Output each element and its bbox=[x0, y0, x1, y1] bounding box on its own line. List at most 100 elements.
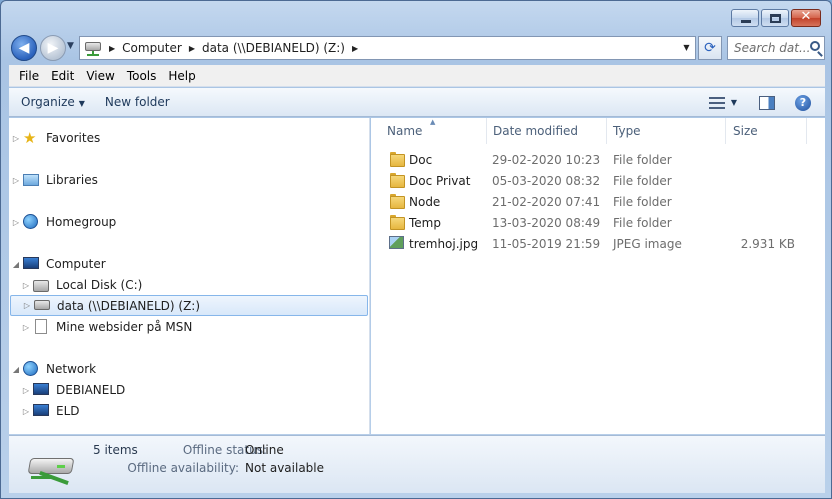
menu-file[interactable]: File bbox=[13, 69, 45, 83]
nav-item-homegroup[interactable]: ▷ Homegroup bbox=[9, 212, 369, 232]
nav-item-network[interactable]: ◢ Network bbox=[9, 359, 369, 379]
organize-button[interactable]: Organize ▼ bbox=[13, 95, 93, 109]
column-label: Date modified bbox=[493, 124, 579, 138]
views-icon[interactable] bbox=[708, 96, 725, 109]
close-button[interactable]: ✕ bbox=[791, 9, 821, 27]
caption-buttons: ✕ bbox=[731, 9, 821, 27]
nav-item-msn-pages[interactable]: ▷ Mine websider på MSN bbox=[9, 317, 369, 337]
chevron-down-icon: ▼ bbox=[67, 41, 74, 51]
collapse-icon[interactable]: ◢ bbox=[9, 260, 23, 269]
nav-item-eld[interactable]: ▷ ELD bbox=[9, 401, 369, 421]
minimize-button[interactable] bbox=[731, 9, 759, 27]
folder-icon bbox=[389, 194, 405, 209]
breadcrumb-computer[interactable]: Computer bbox=[119, 41, 185, 55]
preview-pane-icon[interactable] bbox=[759, 95, 775, 110]
nav-item-debianeld[interactable]: ▷ DEBIANELD bbox=[9, 380, 369, 400]
search-icon bbox=[810, 41, 820, 51]
file-name: Temp bbox=[409, 216, 441, 230]
menu-help[interactable]: Help bbox=[162, 69, 201, 83]
nav-item-local-disk[interactable]: ▷ Local Disk (C:) bbox=[9, 275, 369, 295]
expand-icon[interactable]: ▷ bbox=[19, 386, 33, 395]
file-size: 2.931 KB bbox=[740, 237, 795, 251]
new-folder-button[interactable]: New folder bbox=[97, 95, 178, 109]
address-bar[interactable]: ▶ Computer ▶ data (\\DEBIANELD) (Z:) ▶ ▼ bbox=[79, 36, 696, 60]
forward-button[interactable]: ▶ bbox=[40, 35, 66, 61]
offline-status-value: Online bbox=[245, 443, 284, 457]
menu-view[interactable]: View bbox=[80, 69, 120, 83]
menu-tools[interactable]: Tools bbox=[121, 69, 163, 83]
breadcrumb-separator-icon[interactable]: ▶ bbox=[105, 44, 119, 53]
menu-bar: File Edit View Tools Help bbox=[9, 65, 825, 87]
nav-item-favorites[interactable]: ▷ ★ Favorites bbox=[9, 128, 369, 148]
file-row[interactable]: Doc Privat 05-03-2020 08:32 File folder bbox=[371, 170, 811, 191]
file-row[interactable]: tremhoj.jpg 11-05-2019 21:59 JPEG image … bbox=[371, 233, 811, 254]
expand-icon[interactable]: ▷ bbox=[19, 323, 33, 332]
file-name: Doc Privat bbox=[409, 174, 471, 188]
collapse-icon[interactable]: ◢ bbox=[9, 365, 23, 374]
back-button[interactable]: ◀ bbox=[11, 35, 37, 61]
refresh-icon: ⟳ bbox=[704, 40, 716, 56]
file-type: File folder bbox=[613, 216, 672, 230]
breadcrumb-separator-icon[interactable]: ▶ bbox=[185, 44, 199, 53]
column-header-date-modified[interactable]: Date modified bbox=[485, 118, 607, 144]
command-bar-right: ▼ ? bbox=[708, 88, 825, 117]
details-pane: 5 items Offline status: Online Offline a… bbox=[9, 435, 825, 493]
star-icon: ★ bbox=[23, 129, 37, 147]
network-computer-icon bbox=[33, 403, 51, 419]
expand-icon[interactable]: ▷ bbox=[19, 407, 33, 416]
nav-item-computer[interactable]: ◢ Computer bbox=[9, 254, 369, 274]
file-name: Doc bbox=[409, 153, 433, 167]
column-label: Type bbox=[613, 124, 641, 138]
nav-item-label: Libraries bbox=[46, 173, 98, 187]
nav-item-label: Mine websider på MSN bbox=[56, 320, 193, 334]
nav-item-label: ELD bbox=[56, 404, 80, 418]
arrow-right-icon: ▶ bbox=[47, 40, 59, 56]
file-list-pane: ▲ Name Date modified Type Size Doc 29-02… bbox=[371, 118, 825, 434]
address-dropdown-button[interactable]: ▼ bbox=[677, 37, 695, 59]
chevron-down-icon: ▼ bbox=[78, 99, 85, 108]
network-computer-icon bbox=[33, 382, 51, 398]
organize-label: Organize bbox=[21, 95, 75, 109]
file-type: File folder bbox=[613, 174, 672, 188]
column-header-size[interactable]: Size bbox=[725, 118, 807, 144]
file-row[interactable]: Temp 13-03-2020 08:49 File folder bbox=[371, 212, 811, 233]
help-icon[interactable]: ? bbox=[795, 94, 811, 111]
folder-icon bbox=[389, 215, 405, 230]
offline-availability-label: Offline availability: bbox=[127, 461, 239, 475]
network-drive-icon bbox=[83, 39, 105, 57]
breadcrumb-separator-icon[interactable]: ▶ bbox=[348, 44, 362, 53]
file-row[interactable]: Node 21-02-2020 07:41 File folder bbox=[371, 191, 811, 212]
file-date: 05-03-2020 08:32 bbox=[492, 174, 601, 188]
nav-item-label: Computer bbox=[46, 257, 106, 271]
nav-item-label: Local Disk (C:) bbox=[56, 278, 143, 292]
search-placeholder: Search dat... bbox=[734, 41, 811, 55]
nav-item-label: data (\\DEBIANELD) (Z:) bbox=[57, 298, 201, 313]
maximize-button[interactable] bbox=[761, 9, 789, 27]
expand-icon[interactable]: ▷ bbox=[9, 134, 23, 143]
breadcrumb-data-drive[interactable]: data (\\DEBIANELD) (Z:) bbox=[199, 41, 348, 55]
nav-item-data-drive[interactable]: ▷ data (\\DEBIANELD) (Z:) bbox=[10, 295, 368, 316]
expand-icon[interactable]: ▷ bbox=[19, 281, 33, 290]
file-type: JPEG image bbox=[613, 237, 682, 251]
nav-item-libraries[interactable]: ▷ Libraries bbox=[9, 170, 369, 190]
column-label: Size bbox=[733, 124, 758, 138]
file-date: 13-03-2020 08:49 bbox=[492, 216, 601, 230]
column-label: Name bbox=[387, 124, 423, 138]
minimize-icon bbox=[741, 20, 751, 23]
views-dropdown-button[interactable]: ▼ bbox=[731, 98, 737, 107]
jpeg-image-icon bbox=[389, 236, 405, 250]
file-name: Node bbox=[409, 195, 441, 209]
expand-icon[interactable]: ▷ bbox=[20, 301, 34, 310]
file-type: File folder bbox=[613, 195, 672, 209]
search-input[interactable]: Search dat... bbox=[727, 36, 825, 60]
expand-icon[interactable]: ▷ bbox=[9, 176, 23, 185]
refresh-button[interactable]: ⟳ bbox=[698, 36, 722, 60]
column-header-type[interactable]: Type bbox=[605, 118, 726, 144]
maximize-icon bbox=[770, 14, 781, 23]
file-row[interactable]: Doc 29-02-2020 10:23 File folder bbox=[371, 149, 811, 170]
recent-pages-button[interactable]: ▼ bbox=[67, 41, 77, 51]
offline-availability-value: Not available bbox=[245, 461, 325, 475]
menu-edit[interactable]: Edit bbox=[45, 69, 80, 83]
expand-icon[interactable]: ▷ bbox=[9, 218, 23, 227]
column-header-name[interactable]: Name bbox=[379, 118, 487, 144]
